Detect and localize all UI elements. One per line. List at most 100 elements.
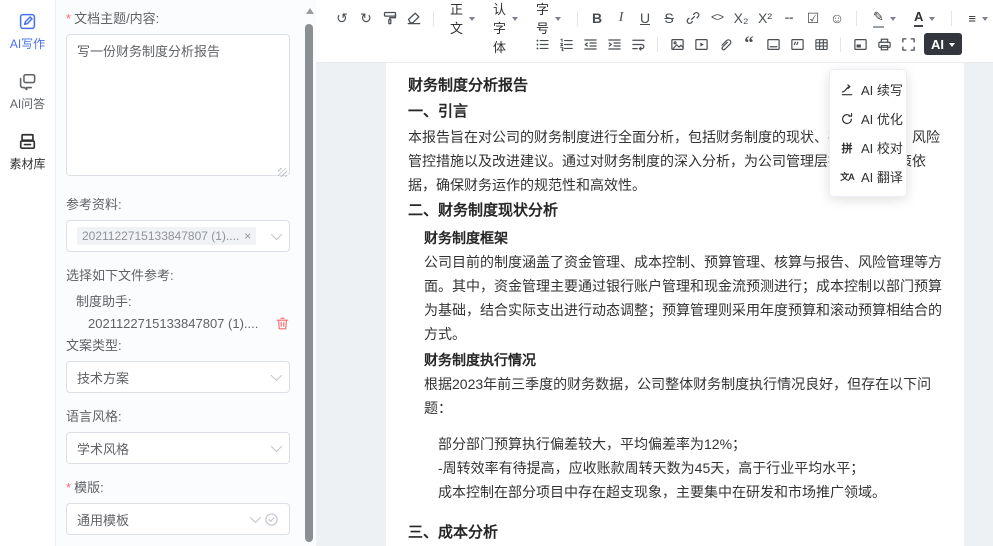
text-wrap-button[interactable] [626, 32, 650, 56]
font-color-dropdown[interactable]: A [905, 6, 944, 30]
library-icon [18, 132, 37, 151]
caret-down-icon [890, 17, 896, 24]
highlight-color-dropdown[interactable]: ✎ [864, 6, 905, 30]
generation-form-panel: *文档主题/内容: 写一份财务制度分析报告 参考资料: 202112271513… [56, 0, 316, 546]
underline-button[interactable]: U [633, 6, 657, 30]
format-painter-button[interactable] [378, 6, 402, 30]
paragraph-style-dropdown[interactable]: 正文 [441, 6, 484, 30]
undo-button[interactable]: ↺ [330, 6, 354, 30]
toolbar-divider [840, 37, 841, 52]
insert-image-button[interactable] [665, 32, 689, 56]
toolbar-divider [577, 11, 578, 26]
editor: ↺ ↻ 正文 默认字体 字号 B I U S <> X₂ X² ╌ ☑ ☺ [316, 0, 993, 546]
task-list-button[interactable]: ☑ [801, 6, 825, 30]
nav-label: AI问答 [10, 95, 45, 112]
doc-edit-icon [18, 12, 37, 31]
toolbar-divider [657, 37, 658, 52]
outdent-icon [583, 37, 598, 52]
menu-item-ai-proofread[interactable]: 拼 AI 校对 [830, 133, 906, 162]
editor-canvas: 财务制度分析报告 一、引言 本报告旨在对公司的财务制度进行全面分析，包括财务制度… [316, 63, 993, 546]
highlight-pen-icon: ✎ [873, 9, 884, 28]
nav-label: AI写作 [10, 35, 45, 52]
style-select[interactable]: 学术风格 [66, 432, 290, 464]
indent-button[interactable] [602, 32, 626, 56]
eraser-icon [406, 10, 422, 26]
required-mark: * [66, 11, 71, 26]
file-group-label: 制度助手: [76, 291, 290, 310]
nav-item-material-library[interactable]: 素材库 [9, 132, 45, 172]
chevron-down-icon [250, 512, 261, 523]
caret-down-icon [929, 17, 935, 24]
editor-toolbar: ↺ ↻ 正文 默认字体 字号 B I U S <> X₂ X² ╌ ☑ ☺ [316, 0, 993, 63]
reference-label: 参考资料: [66, 194, 290, 213]
toolbar-divider [951, 11, 952, 26]
eraser-button[interactable] [402, 6, 426, 30]
italic-button[interactable]: I [609, 6, 633, 30]
chevron-down-icon [271, 441, 282, 452]
caret-down-icon [555, 17, 561, 24]
optimize-icon [840, 112, 854, 126]
tag-close-icon[interactable]: × [244, 229, 251, 243]
font-family-dropdown[interactable]: 默认字体 [484, 6, 527, 30]
doc-paragraph: 根据2023年前三季度的财务数据，公司整体财务制度执行情况良好，但存在以下问题： [424, 372, 942, 420]
nav-item-ai-writing[interactable]: AI写作 [10, 12, 45, 52]
doc-list-item: 部分部门预算执行偏差较大，平均偏差率为12%； [438, 432, 942, 456]
fullscreen-button[interactable] [896, 32, 920, 56]
embed-button[interactable] [848, 32, 872, 56]
reference-tag: 2021122715133847807 (1).... × [77, 227, 256, 245]
template-select[interactable]: 通用模板 [66, 503, 290, 535]
caret-down-icon [949, 43, 955, 50]
blockquote-button[interactable]: “ [737, 32, 761, 56]
topic-input[interactable]: 写一份财务制度分析报告 [66, 34, 290, 176]
insert-video-button[interactable] [689, 32, 713, 56]
inline-code-button[interactable]: <> [705, 6, 729, 30]
nav-item-ai-qa[interactable]: AI问答 [10, 72, 45, 112]
panel-scrollbar[interactable] [305, 2, 314, 544]
reference-select[interactable]: 2021122715133847807 (1).... × [66, 220, 290, 252]
image-icon [670, 37, 685, 52]
video-icon [694, 37, 709, 52]
doc-heading: 二、财务制度现状分析 [408, 197, 942, 224]
code-block-button[interactable] [785, 32, 809, 56]
nav-rail: AI写作 AI问答 素材库 [0, 0, 56, 546]
doc-list-item: 成本控制在部分项目中存在超支现象，主要集中在研发和市场推广领域。 [438, 480, 942, 504]
translate-icon: 文A [840, 170, 854, 184]
horizontal-rule-button[interactable]: ╌ [777, 6, 801, 30]
ai-dropdown-button[interactable]: AI [924, 33, 962, 55]
menu-item-ai-translate[interactable]: 文A AI 翻译 [830, 162, 906, 191]
scrollbar-thumb[interactable] [305, 24, 313, 542]
menu-item-ai-optimize[interactable]: AI 优化 [830, 104, 906, 133]
scroll-up-icon[interactable] [306, 4, 314, 14]
caret-down-icon [469, 17, 475, 24]
textarea-resize-handle[interactable] [278, 168, 287, 177]
doc-type-label: 文案类型: [66, 335, 290, 354]
emoji-button[interactable]: ☺ [825, 6, 849, 30]
file-reference-label: 选择如下文件参考: [66, 265, 290, 284]
link-button[interactable] [681, 6, 705, 30]
doc-subheading: 财务制度框架 [424, 226, 942, 250]
strikethrough-button[interactable]: S [657, 6, 681, 30]
ai-writing-app: AI写作 AI问答 素材库 *文档主题/内容: 写一份财务制度分析报告 参考资料… [0, 0, 993, 546]
divider-block-button[interactable] [761, 32, 785, 56]
insert-table-button[interactable] [809, 32, 833, 56]
ai-dropdown-menu: AI 续写 AI 优化 拼 AI 校对 文A AI 翻译 [829, 69, 907, 197]
caret-down-icon [982, 17, 988, 24]
bold-button[interactable]: B [585, 6, 609, 30]
print-button[interactable] [872, 32, 896, 56]
font-size-dropdown[interactable]: 字号 [527, 6, 570, 30]
outdent-button[interactable] [578, 32, 602, 56]
continue-icon [840, 83, 854, 97]
trash-icon[interactable] [275, 316, 290, 331]
subscript-button[interactable]: X₂ [729, 6, 753, 30]
redo-button[interactable]: ↻ [354, 6, 378, 30]
doc-type-select[interactable]: 技术方案 [66, 361, 290, 393]
style-label: 语言风格: [66, 406, 290, 425]
align-dropdown[interactable]: ≡ [959, 6, 993, 30]
superscript-button[interactable]: X² [753, 6, 777, 30]
attachment-button[interactable] [713, 32, 737, 56]
toolbar-divider [433, 11, 434, 26]
ordered-list-icon [559, 37, 574, 52]
bullet-list-button[interactable] [530, 32, 554, 56]
ordered-list-button[interactable] [554, 32, 578, 56]
menu-item-ai-continue[interactable]: AI 续写 [830, 75, 906, 104]
